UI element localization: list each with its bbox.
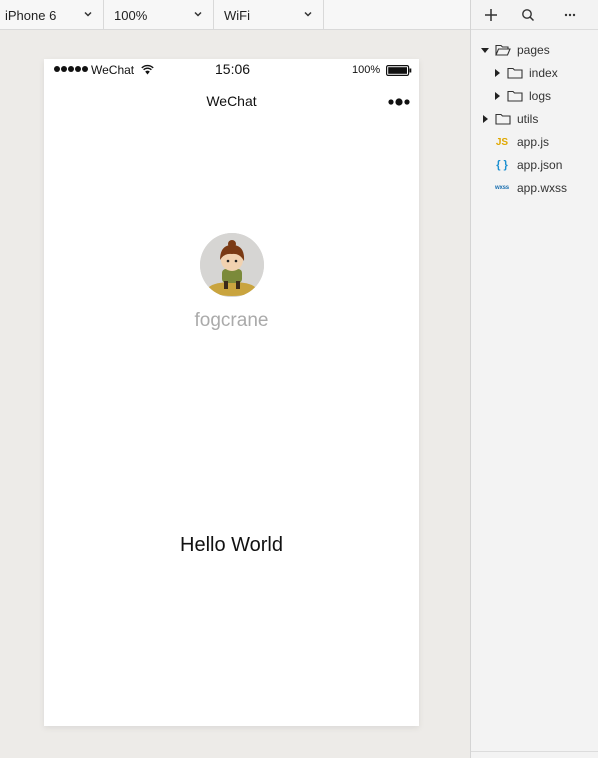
tree-folder-utils[interactable]: utils — [481, 110, 538, 128]
tree-file-app-js[interactable]: JS app.js — [493, 133, 549, 151]
status-time: 15:06 — [215, 61, 251, 77]
file-explorer-panel: pages index logs utils JS app.js { } app… — [470, 0, 598, 758]
add-icon[interactable] — [484, 8, 498, 22]
tree-folder-logs[interactable]: logs — [493, 87, 551, 105]
battery-icon — [386, 65, 412, 76]
folder-open-icon — [495, 44, 511, 56]
tree-item-label: app.wxss — [517, 181, 568, 195]
network-select-value: WiFi — [224, 7, 250, 23]
device-select[interactable]: iPhone 6 — [0, 0, 104, 30]
battery-percent: 100% — [352, 64, 381, 76]
search-icon[interactable] — [521, 8, 535, 22]
panel-divider — [471, 751, 598, 752]
more-options-icon[interactable] — [387, 97, 411, 107]
avatar[interactable] — [200, 233, 264, 297]
nav-title: WeChat — [206, 93, 257, 109]
folder-icon — [495, 113, 511, 125]
wxss-file-icon: wxss — [495, 185, 509, 191]
avatar-image — [200, 233, 264, 297]
tree-file-app-json[interactable]: { } app.json — [493, 156, 562, 174]
tree-item-label: index — [529, 66, 558, 80]
phone-screen: WeChat 15:06 100% WeChat fogcrane Hello … — [44, 59, 419, 726]
simulator-toolbar: iPhone 6 100% WiFi — [0, 0, 470, 30]
json-file-icon: { } — [496, 159, 508, 171]
tree-item-label: app.json — [517, 158, 563, 172]
folder-icon — [507, 90, 523, 102]
tree-item-label: utils — [517, 112, 539, 126]
tree-file-app-wxss[interactable]: wxss app.wxss — [493, 179, 567, 197]
tree-item-label: pages — [517, 43, 550, 57]
chevron-down-icon — [194, 11, 202, 17]
device-select-value: iPhone 6 — [5, 7, 57, 23]
caret-down-icon — [481, 48, 489, 53]
signal-strength-icon — [54, 66, 88, 72]
status-bar: WeChat 15:06 100% — [44, 59, 419, 81]
tree-folder-pages[interactable]: pages — [481, 41, 550, 59]
motto-text: Hello World — [180, 534, 283, 556]
js-file-icon: JS — [495, 136, 509, 148]
simulator-area: iPhone 6 100% WiFi WeChat 15:06 100% WeC… — [0, 0, 470, 758]
zoom-select[interactable]: 100% — [104, 0, 214, 30]
caret-right-icon — [495, 69, 500, 77]
caret-right-icon — [483, 115, 488, 123]
tree-item-label: logs — [529, 89, 552, 103]
tree-item-label: app.js — [517, 135, 550, 149]
zoom-select-value: 100% — [114, 7, 148, 23]
username: fogcrane — [194, 310, 269, 331]
chevron-down-icon — [304, 11, 312, 17]
network-select[interactable]: WiFi — [214, 0, 324, 30]
caret-right-icon — [495, 92, 500, 100]
more-icon[interactable] — [563, 8, 577, 22]
explorer-toolbar — [471, 0, 598, 30]
chevron-down-icon — [84, 11, 92, 17]
tree-folder-index[interactable]: index — [493, 64, 558, 82]
wifi-icon — [141, 64, 154, 75]
folder-icon — [507, 67, 523, 79]
carrier-label: WeChat — [91, 63, 135, 77]
